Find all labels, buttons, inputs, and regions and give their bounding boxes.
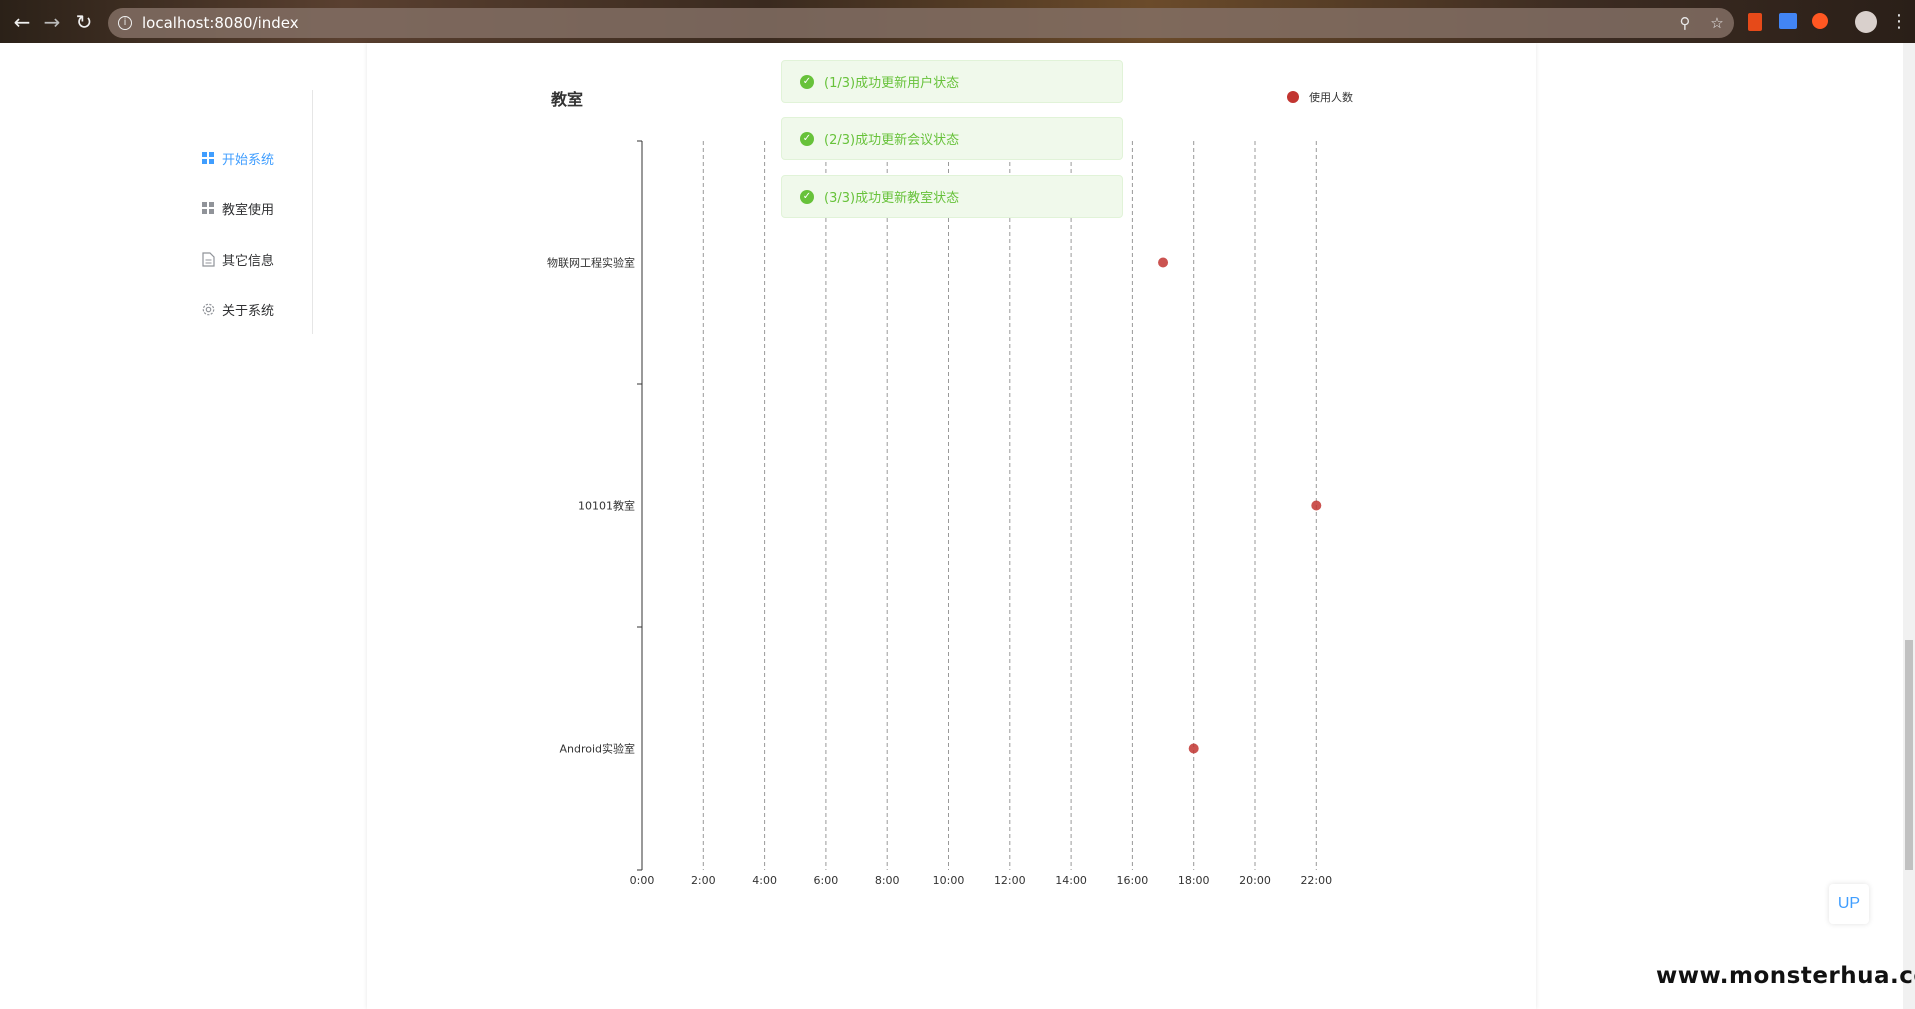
x-tick-label: 12:00 [994, 874, 1026, 887]
x-tick-label: 0:00 [630, 874, 655, 887]
success-message: ✓ (2/3)成功更新会议状态 [781, 117, 1123, 160]
message-text: (2/3)成功更新会议状态 [824, 133, 960, 148]
x-tick-label: 14:00 [1055, 874, 1087, 887]
scatter-point[interactable] [1188, 743, 1199, 754]
x-tick-label: 2:00 [691, 874, 716, 887]
chart-legend[interactable]: 使用人数 [1287, 91, 1353, 104]
success-message: ✓ (3/3)成功更新教室状态 [781, 175, 1123, 218]
x-tick-label: 20:00 [1239, 874, 1271, 887]
scroll-up-button[interactable]: UP [1829, 884, 1869, 924]
app-root: ← → ↻ i localhost:8080/index ⚲ ☆ ⋮ 开始系统 … [0, 0, 1915, 1009]
x-tick-label: 10:00 [933, 874, 965, 887]
page-scrollbar[interactable] [1903, 43, 1915, 1009]
x-tick-label: 8:00 [875, 874, 900, 887]
legend-label: 使用人数 [1309, 91, 1353, 104]
y-category-label: 物联网工程实验室 [547, 256, 635, 270]
x-tick-label: 18:00 [1178, 874, 1210, 887]
y-category-label: Android实验室 [559, 742, 635, 756]
x-tick-label: 6:00 [814, 874, 839, 887]
success-check-icon: ✓ [800, 131, 814, 146]
x-tick-label: 22:00 [1300, 874, 1332, 887]
success-check-icon: ✓ [800, 74, 814, 89]
y-category-label: 10101教室 [578, 499, 635, 513]
scatter-point[interactable] [1158, 257, 1169, 268]
scatter-point[interactable] [1311, 500, 1322, 511]
legend-marker [1287, 91, 1299, 103]
success-message: ✓ (1/3)成功更新用户状态 [781, 60, 1123, 103]
scrollbar-thumb[interactable] [1905, 640, 1913, 870]
x-tick-label: 16:00 [1117, 874, 1149, 887]
success-check-icon: ✓ [800, 189, 814, 204]
x-tick-label: 4:00 [752, 874, 777, 887]
watermark: www.monsterhua.com [1656, 963, 1915, 989]
chart-title: 教室 [551, 90, 583, 109]
message-text: (3/3)成功更新教室状态 [824, 191, 960, 206]
message-text: (1/3)成功更新用户状态 [824, 76, 960, 91]
